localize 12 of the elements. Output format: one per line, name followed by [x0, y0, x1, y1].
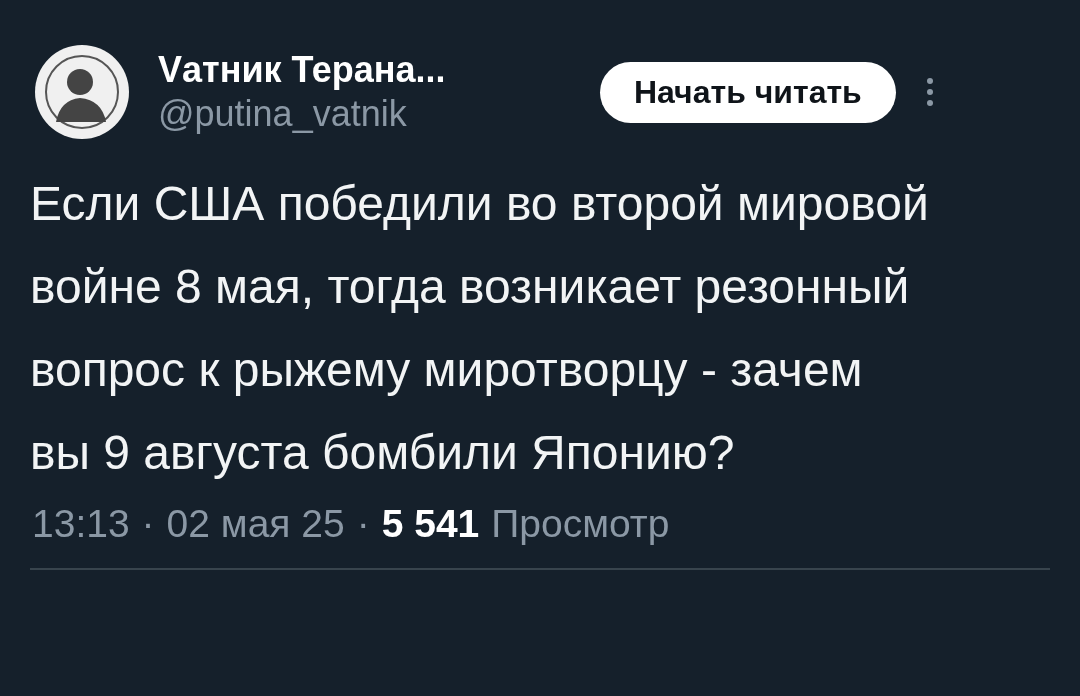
- views-label: Просмотр: [491, 502, 670, 546]
- author-name[interactable]: Vатник Терана...: [158, 48, 578, 92]
- separator: ·: [356, 502, 370, 546]
- tweet-date[interactable]: 02 мая 25: [166, 502, 345, 546]
- tweet-text: Если США победили во второй мировой войне 8 мая, тогда возникает резонный вопрос к рыжему миротворцу - зачем вы 9 августа бомбили Японию?: [29, 176, 930, 481]
- author-handle[interactable]: @putina_vatnik: [158, 92, 578, 136]
- more-icon[interactable]: [925, 77, 934, 107]
- follow-button[interactable]: Начать читать: [600, 61, 896, 123]
- avatar[interactable]: [34, 44, 130, 140]
- separator: ·: [141, 502, 155, 546]
- tweet-time[interactable]: 13:13: [32, 502, 130, 546]
- view-count: 5 541: [381, 502, 480, 546]
